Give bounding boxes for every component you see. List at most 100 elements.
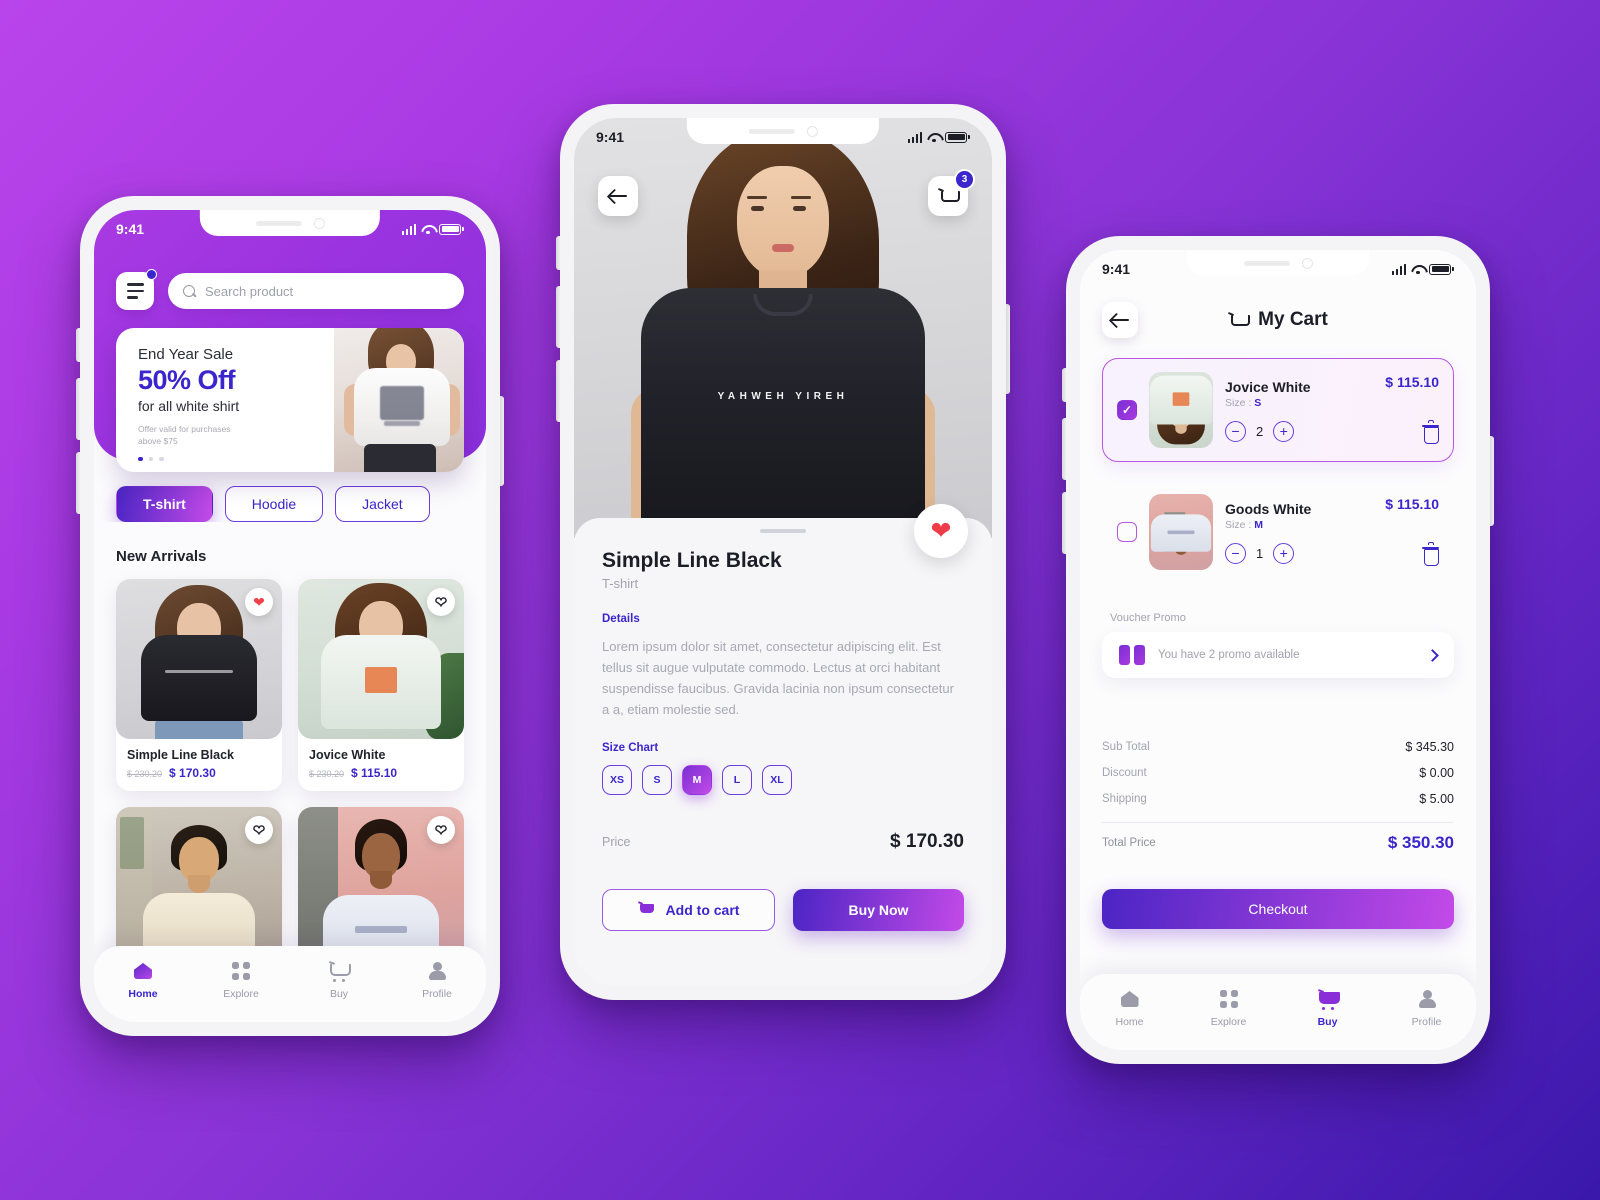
home-content: T-shirt Hoodie Jacket New Arrivals ❤ Sim… bbox=[94, 460, 486, 1022]
checkout-button[interactable]: Checkout bbox=[1102, 889, 1454, 929]
summary-label: Sub Total bbox=[1102, 741, 1150, 753]
earpiece-speaker bbox=[748, 128, 795, 134]
category-tab-jacket[interactable]: Jacket bbox=[335, 486, 430, 522]
favorite-heart-icon[interactable]: ❤ bbox=[427, 588, 455, 616]
nav-label: Profile bbox=[422, 988, 452, 1000]
cart-icon bbox=[328, 960, 351, 982]
size-option-s[interactable]: S bbox=[642, 765, 672, 796]
back-button[interactable] bbox=[1102, 302, 1138, 338]
product-card[interactable]: ❤ Simple Line Black $ 230.20 $ 170.30 bbox=[116, 579, 282, 791]
item-checkbox[interactable]: ✓ bbox=[1117, 400, 1137, 420]
delete-icon[interactable] bbox=[1422, 420, 1439, 444]
add-to-cart-label: Add to cart bbox=[665, 902, 740, 919]
size-option-m[interactable]: M bbox=[682, 765, 712, 796]
summary-row: Discount $ 0.00 bbox=[1102, 760, 1454, 786]
summary-label: Discount bbox=[1102, 767, 1147, 779]
favorite-heart-icon[interactable]: ❤ bbox=[245, 588, 273, 616]
signal-icon bbox=[907, 131, 923, 143]
size-option-xl[interactable]: XL bbox=[762, 765, 792, 796]
phone-power-button[interactable] bbox=[1006, 304, 1010, 394]
product-card[interactable]: ❤ bbox=[298, 807, 464, 967]
quantity-value: 2 bbox=[1256, 423, 1264, 439]
nav-item-buy[interactable]: Buy bbox=[1296, 988, 1360, 1028]
carousel-dots[interactable] bbox=[138, 456, 334, 462]
wifi-icon bbox=[1411, 264, 1424, 275]
size-option-l[interactable]: L bbox=[722, 765, 752, 796]
promo-headline: End Year Sale bbox=[138, 346, 234, 363]
product-card[interactable]: ❤ bbox=[116, 807, 282, 967]
phone-product-detail: YAHWEH YIREH 9:41 3 ❤ Simple Line Black … bbox=[556, 104, 1010, 1000]
cart-button[interactable]: 3 bbox=[928, 169, 975, 216]
wifi-icon bbox=[421, 224, 434, 235]
product-old-price: $ 230.20 bbox=[127, 769, 163, 779]
promo-fine-print: Offer valid for purchases above $75 bbox=[138, 424, 231, 447]
nav-item-home[interactable]: Home bbox=[111, 960, 175, 1000]
favorite-heart-icon[interactable]: ❤ bbox=[427, 816, 455, 844]
item-details: Jovice White Size : S − 2 + bbox=[1225, 379, 1373, 442]
product-image: ❤ bbox=[116, 807, 282, 967]
favorite-heart-icon[interactable]: ❤ bbox=[245, 816, 273, 844]
nav-item-home[interactable]: Home bbox=[1098, 988, 1162, 1028]
phone-power-button[interactable] bbox=[500, 396, 504, 486]
nav-item-profile[interactable]: Profile bbox=[1395, 988, 1459, 1028]
battery-icon bbox=[945, 131, 970, 143]
product-description: Lorem ipsum dolor sit amet, consectetur … bbox=[602, 639, 954, 718]
shirt-print-text: YAHWEH YIREH bbox=[717, 391, 849, 402]
cart-icon bbox=[1228, 311, 1251, 329]
item-price: $ 115.10 bbox=[1385, 496, 1439, 512]
promo-banner-text: End Year Sale 50% Off for all white shir… bbox=[116, 328, 334, 472]
product-info: Simple Line Black $ 230.20 $ 170.30 bbox=[116, 739, 282, 791]
status-icons bbox=[1391, 263, 1454, 275]
phone-side-button[interactable] bbox=[76, 452, 80, 514]
section-title-new-arrivals: New Arrivals bbox=[116, 548, 207, 565]
buy-now-button[interactable]: Buy Now bbox=[793, 889, 964, 932]
phone-side-button[interactable] bbox=[1062, 492, 1066, 554]
carousel-dot[interactable] bbox=[138, 456, 143, 462]
phone-side-button[interactable] bbox=[556, 360, 560, 422]
item-checkbox[interactable] bbox=[1117, 522, 1137, 542]
product-name: Simple Line Black bbox=[127, 748, 234, 762]
search-input[interactable]: Search product bbox=[168, 273, 464, 309]
promo-banner[interactable]: End Year Sale 50% Off for all white shir… bbox=[116, 328, 464, 472]
delete-icon[interactable] bbox=[1422, 542, 1439, 566]
voucher-row[interactable]: You have 2 promo available bbox=[1102, 632, 1454, 678]
front-camera bbox=[313, 217, 325, 229]
item-size: Size : M bbox=[1225, 518, 1263, 531]
back-button[interactable] bbox=[598, 176, 638, 216]
status-icons bbox=[401, 223, 464, 235]
nav-item-explore[interactable]: Explore bbox=[209, 960, 273, 1000]
product-grid: ❤ Simple Line Black $ 230.20 $ 170.30 ❤ … bbox=[94, 565, 486, 967]
increase-quantity-button[interactable]: + bbox=[1273, 542, 1295, 564]
cart-item[interactable]: ✓ Jovice White Size : S − 2 + $ 115.10 bbox=[1102, 358, 1454, 462]
product-category: T-shirt bbox=[602, 576, 639, 591]
favorite-heart-icon[interactable]: ❤ bbox=[914, 504, 968, 558]
grid-icon bbox=[1218, 988, 1240, 1010]
voucher-text: You have 2 promo available bbox=[1158, 649, 1300, 661]
cart-item[interactable]: Goods White Size : M − 1 + $ 115.10 bbox=[1102, 480, 1454, 584]
nav-item-buy[interactable]: Buy bbox=[307, 960, 371, 1000]
cart-icon bbox=[1317, 988, 1340, 1010]
home-icon bbox=[132, 960, 154, 982]
decrease-quantity-button[interactable]: − bbox=[1225, 542, 1246, 564]
item-thumbnail bbox=[1149, 372, 1213, 448]
total-value: $ 350.30 bbox=[1387, 833, 1454, 852]
increase-quantity-button[interactable]: + bbox=[1273, 420, 1295, 442]
item-right: $ 115.10 bbox=[1385, 496, 1439, 568]
product-card[interactable]: ❤ Jovice White $ 230.20 $ 115.10 bbox=[298, 579, 464, 791]
summary-row: Shipping $ 5.00 bbox=[1102, 786, 1454, 812]
nav-item-explore[interactable]: Explore bbox=[1197, 988, 1261, 1028]
decrease-quantity-button[interactable]: − bbox=[1225, 420, 1246, 442]
carousel-dot[interactable] bbox=[159, 456, 164, 462]
category-tab-hoodie[interactable]: Hoodie bbox=[224, 486, 324, 522]
carousel-dot[interactable] bbox=[148, 456, 153, 462]
phone-power-button[interactable] bbox=[1490, 436, 1494, 526]
sheet-grabber[interactable] bbox=[760, 529, 806, 533]
front-camera bbox=[1301, 257, 1313, 269]
cart-screen: 9:41 My Cart ✓ Jovice White Size: S − 2… bbox=[1080, 250, 1476, 1050]
add-to-cart-button[interactable]: Add to cart bbox=[602, 889, 775, 932]
size-option-xs[interactable]: XS bbox=[602, 765, 632, 796]
category-tab-tshirt[interactable]: T-shirt bbox=[116, 486, 213, 522]
cart-icon bbox=[938, 187, 960, 205]
hamburger-menu-icon[interactable] bbox=[116, 269, 157, 310]
nav-item-profile[interactable]: Profile bbox=[405, 960, 469, 1000]
